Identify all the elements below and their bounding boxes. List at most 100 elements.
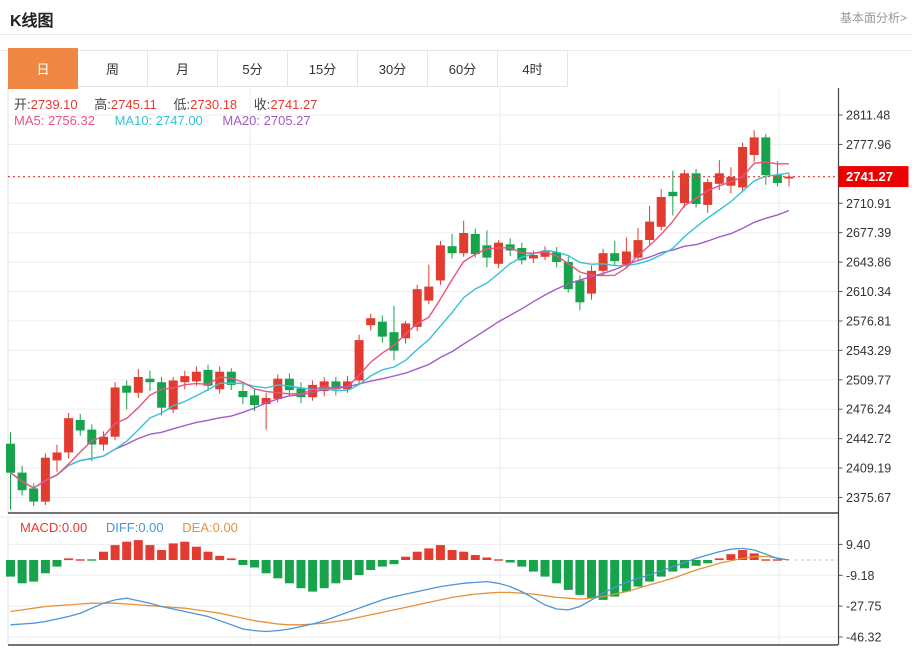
- ma10-value: 2747.00: [156, 113, 203, 128]
- ma20-pair: MA20: 2705.27: [222, 113, 310, 128]
- macd-bar: [99, 552, 108, 560]
- tab-15min[interactable]: 15分: [288, 50, 358, 87]
- macd-bar: [53, 560, 62, 567]
- tab-week[interactable]: 周: [78, 50, 148, 87]
- candle-up: [273, 379, 282, 399]
- macd-bar: [204, 552, 213, 560]
- tab-5min[interactable]: 5分: [218, 50, 288, 87]
- macd-bar: [134, 540, 143, 560]
- open-label: 开:: [14, 97, 31, 112]
- macd-bar: [482, 558, 491, 561]
- ma10-label: MA10:: [115, 113, 153, 128]
- tab-60min[interactable]: 60分: [428, 50, 498, 87]
- price-axis-label: 2643.86: [846, 256, 891, 270]
- price-axis-label: 2442.72: [846, 432, 891, 446]
- candle-up: [680, 173, 689, 203]
- price-axis-label: 2375.67: [846, 491, 891, 505]
- candle-down: [448, 246, 457, 253]
- candle-up: [715, 173, 724, 184]
- tab-30min[interactable]: 30分: [358, 50, 428, 87]
- price-axis-label: 2509.77: [846, 373, 891, 387]
- candle-down: [157, 382, 166, 408]
- candle-down: [6, 444, 15, 473]
- price-axis-label: 2576.81: [846, 314, 891, 328]
- open-value: 2739.10: [31, 97, 78, 112]
- macd-bar: [610, 560, 619, 597]
- fundamental-analysis-link[interactable]: 基本面分析>: [840, 9, 907, 26]
- macd-bar: [634, 560, 643, 587]
- macd-bar: [436, 545, 445, 560]
- macd-axis-label: -46.32: [846, 631, 881, 645]
- macd-bar: [378, 560, 387, 567]
- candle-down: [76, 420, 85, 431]
- macd-bar: [227, 558, 236, 560]
- macd-bar: [320, 560, 329, 588]
- macd-bar: [645, 560, 654, 582]
- candle-up: [459, 233, 468, 253]
- ma5-pair: MA5: 2756.32: [14, 113, 95, 128]
- macd-bar: [41, 560, 50, 573]
- macd-bar: [308, 560, 317, 592]
- candle-up: [657, 197, 666, 227]
- macd-bar: [448, 550, 457, 560]
- macd-bar: [552, 560, 561, 583]
- macd-bar: [692, 560, 701, 566]
- macd-bar: [343, 560, 352, 580]
- tab-month[interactable]: 月: [148, 50, 218, 87]
- ohlc-row: 开:2739.10 高:2745.11 低:2730.18 收:2741.27: [14, 94, 330, 113]
- macd-panel[interactable]: [0, 517, 838, 645]
- candle-up: [750, 137, 759, 155]
- candle-down: [610, 253, 619, 261]
- macd-bar: [517, 560, 526, 567]
- macd-bar: [122, 542, 131, 560]
- candle-up: [111, 388, 120, 437]
- kline-app: K线图 基本面分析> 日周月5分15分30分60分4时 2811.482777.…: [0, 0, 912, 648]
- macd-bar: [238, 560, 247, 565]
- macd-bar: [111, 545, 120, 560]
- price-axis-label: 2677.39: [846, 226, 891, 240]
- dea-pair: DEA:0.00: [182, 520, 238, 535]
- ma10-pair: MA10: 2747.00: [115, 113, 203, 128]
- candle-up: [436, 245, 445, 280]
- macd-bar: [401, 557, 410, 560]
- candle-down: [761, 137, 770, 175]
- ma20-line: [11, 211, 790, 489]
- macd-bar: [29, 560, 38, 582]
- ma5-line: [11, 162, 790, 488]
- macd-bar: [529, 560, 538, 572]
- diff-value: 0.00: [138, 520, 163, 535]
- ma5-label: MA5:: [14, 113, 44, 128]
- macd-bar: [215, 556, 224, 560]
- macd-bar: [273, 560, 282, 578]
- macd-bar: [64, 558, 73, 560]
- tab-day[interactable]: 日: [8, 48, 78, 89]
- candle-up: [366, 318, 375, 325]
- macd-bar: [169, 543, 178, 560]
- macd-label: MACD:: [20, 520, 62, 535]
- macd-bar: [413, 552, 422, 560]
- main-chart[interactable]: [6, 88, 838, 513]
- candle-down: [204, 370, 213, 386]
- macd-bar: [471, 555, 480, 560]
- macd-bar: [180, 542, 189, 560]
- macd-bar: [145, 545, 154, 560]
- high-value: 2745.11: [111, 97, 157, 112]
- macd-bar: [250, 560, 259, 568]
- macd-bar: [459, 552, 468, 560]
- ma5-value: 2756.32: [48, 113, 95, 128]
- tab-4hour[interactable]: 4时: [498, 50, 568, 87]
- price-axis-label: 2409.19: [846, 462, 891, 476]
- candle-down: [145, 379, 154, 383]
- candle-up: [215, 372, 224, 390]
- macd-axis-label: 9.40: [846, 538, 870, 552]
- diff-label: DIFF:: [106, 520, 139, 535]
- page-title: K线图: [10, 7, 54, 31]
- candle-down: [250, 395, 259, 405]
- candle-down: [668, 192, 677, 196]
- macd-bar: [622, 560, 631, 592]
- macd-value: 0.00: [62, 520, 87, 535]
- low-value: 2730.18: [190, 97, 237, 112]
- candle-up: [622, 252, 631, 265]
- macd-bar: [564, 560, 573, 590]
- macd-bar: [424, 548, 433, 560]
